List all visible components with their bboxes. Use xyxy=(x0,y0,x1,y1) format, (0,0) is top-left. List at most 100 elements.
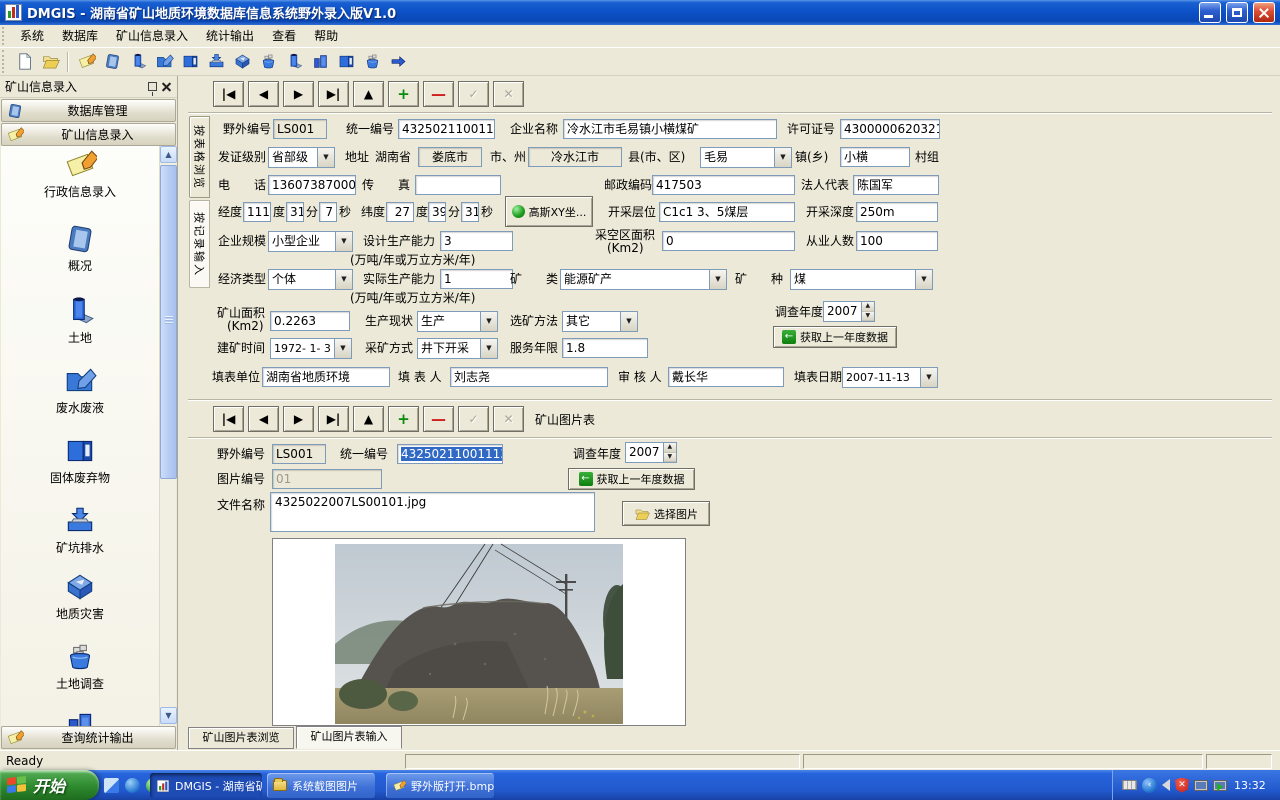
sidebar-item-overview[interactable]: 概况 xyxy=(5,222,155,273)
chevron-down-icon[interactable]: ▼ xyxy=(480,312,497,331)
city-field[interactable]: 冷水江市 xyxy=(528,147,622,167)
taskbar-task-paint[interactable]: 野外版打开.bmp -... xyxy=(386,773,494,798)
sidebar-item-land[interactable]: 土地 xyxy=(5,294,155,345)
chevron-down-icon[interactable]: ▼ xyxy=(774,148,791,167)
nav2-add-button[interactable]: + xyxy=(388,406,419,432)
service-years-field[interactable]: 1.8 xyxy=(562,338,648,358)
lat-sec-field[interactable]: 31 xyxy=(461,202,479,222)
menu-help[interactable]: 帮助 xyxy=(305,26,347,47)
geo-hazard-icon[interactable] xyxy=(229,50,255,74)
tab-picture-browse[interactable]: 矿山图片表浏览 xyxy=(188,727,294,749)
sidebar-item-land-survey[interactable]: 土地调查 xyxy=(5,640,155,691)
sidebar-section-query-output[interactable]: 查询统计输出 xyxy=(1,726,176,749)
column-icon[interactable] xyxy=(281,50,307,74)
lon-deg-field[interactable]: 111 xyxy=(243,202,271,222)
start-button[interactable]: 开始 xyxy=(0,770,99,800)
pic-unified-no-field[interactable]: 43250211001113 xyxy=(397,444,503,464)
chevron-down-icon[interactable]: ▼ xyxy=(335,232,352,251)
cabinet-icon[interactable] xyxy=(333,50,359,74)
pic-no-field[interactable]: 01 xyxy=(272,469,382,489)
scroll-thumb[interactable] xyxy=(160,165,177,479)
chevron-down-icon[interactable]: ▼ xyxy=(620,312,637,331)
spin-down-icon[interactable]: ▼ xyxy=(664,453,676,463)
spin-down-icon[interactable]: ▼ xyxy=(862,312,874,322)
cubes-icon[interactable] xyxy=(359,50,385,74)
land-survey-icon[interactable] xyxy=(255,50,281,74)
sidebar-item-wastewater[interactable]: 废水废液 xyxy=(5,364,155,415)
volume-tray-icon[interactable] xyxy=(1162,779,1170,791)
taskbar-clock[interactable]: 13:32 xyxy=(1234,779,1266,792)
phone-field[interactable]: 13607387000 xyxy=(268,175,356,195)
network-tray-icon[interactable] xyxy=(1194,780,1208,791)
nav1-next-button[interactable]: ▶ xyxy=(283,81,314,107)
sidebar-section-database[interactable]: 数据库管理 xyxy=(1,99,176,122)
chevron-down-icon[interactable]: ▼ xyxy=(480,339,497,358)
gauss-xy-button[interactable]: 高斯XY坐... xyxy=(505,196,593,227)
buildings-icon[interactable] xyxy=(307,50,333,74)
pin-icon[interactable] xyxy=(148,82,157,91)
nav1-first-button[interactable]: |◀ xyxy=(213,81,244,107)
legal-rep-field[interactable]: 陈国军 xyxy=(853,175,939,195)
form-date-combo[interactable]: 2007-11-13▼ xyxy=(842,367,938,388)
close-button[interactable] xyxy=(1253,2,1275,23)
toolbar-grip[interactable] xyxy=(2,50,9,73)
mining-method-combo[interactable]: 井下开采▼ xyxy=(417,338,498,359)
update-tray-icon[interactable] xyxy=(1213,780,1227,791)
survey-year-spinner[interactable]: 2007▲▼ xyxy=(823,301,875,322)
sidebar-scrollbar[interactable]: ▲ ▼ xyxy=(159,146,176,726)
nav1-delete-button[interactable]: — xyxy=(423,81,454,107)
auditor-field[interactable]: 戴长华 xyxy=(668,367,784,387)
solid-waste-icon[interactable] xyxy=(177,50,203,74)
mining-layer-field[interactable]: C1c1 3、5煤层 xyxy=(659,202,795,222)
sidebar-item-pit-drain[interactable]: 矿坑排水 xyxy=(5,504,155,555)
tab-browse-by-table[interactable]: 按表格浏览 xyxy=(189,116,210,198)
workers-field[interactable]: 100 xyxy=(856,231,938,251)
lon-min-field[interactable]: 31 xyxy=(286,202,304,222)
nav2-last-button[interactable]: ▶| xyxy=(318,406,349,432)
pic-field-no-field[interactable]: LS001 xyxy=(272,444,326,464)
mine-kind-combo[interactable]: 煤▼ xyxy=(790,269,933,290)
language-tray-icon[interactable]: ‹ xyxy=(1142,778,1157,793)
nav2-prev-button[interactable]: ◀ xyxy=(248,406,279,432)
menu-system[interactable]: 系统 xyxy=(11,26,53,47)
nav2-first-button[interactable]: |◀ xyxy=(213,406,244,432)
scale-combo[interactable]: 小型企业▼ xyxy=(268,231,353,252)
nav1-post-button[interactable]: ✓ xyxy=(458,81,489,107)
pit-drain-icon[interactable] xyxy=(203,50,229,74)
nav1-prev-button[interactable]: ◀ xyxy=(248,81,279,107)
sidebar-section-mine-entry[interactable]: 矿山信息录入 xyxy=(1,123,176,146)
chevron-down-icon[interactable]: ▼ xyxy=(920,368,937,387)
keyboard-tray-icon[interactable] xyxy=(1122,780,1137,790)
actual-capacity-field[interactable]: 1 xyxy=(440,269,513,289)
spin-up-icon[interactable]: ▲ xyxy=(664,443,676,453)
nav1-add-button[interactable]: + xyxy=(388,81,419,107)
mine-class-combo[interactable]: 能源矿产▼ xyxy=(560,269,727,290)
goaf-area-field[interactable]: 0 xyxy=(662,231,795,251)
field-no-field[interactable]: LS001 xyxy=(273,119,327,139)
production-status-combo[interactable]: 生产▼ xyxy=(417,311,498,332)
sidebar-item-solid-waste[interactable]: 固体废弃物 xyxy=(5,434,155,485)
select-picture-button[interactable]: 选择图片 xyxy=(622,501,710,526)
spin-up-icon[interactable]: ▲ xyxy=(862,302,874,312)
town-field[interactable]: 小横 xyxy=(840,147,910,167)
license-field[interactable]: 4300000620321 xyxy=(840,119,940,139)
menu-database[interactable]: 数据库 xyxy=(53,26,107,47)
sidebar-item-partial[interactable] xyxy=(5,708,155,726)
sidebar-item-admin-entry[interactable]: 行政信息录入 xyxy=(5,148,155,199)
open-icon[interactable] xyxy=(37,50,63,74)
menu-grip[interactable] xyxy=(2,27,9,45)
tab-picture-input[interactable]: 矿山图片表输入 xyxy=(296,726,402,749)
fetch-prev-year-button[interactable]: ←获取上一年度数据 xyxy=(773,326,897,348)
mine-area-field[interactable]: 0.2263 xyxy=(270,311,350,331)
wastewater-icon[interactable] xyxy=(151,50,177,74)
lat-deg-field[interactable]: 27 xyxy=(386,202,414,222)
restore-button[interactable] xyxy=(1226,2,1248,23)
taskbar-task-folder[interactable]: 系统截图图片 xyxy=(267,773,375,798)
design-capacity-field[interactable]: 3 xyxy=(440,231,513,251)
nav2-delete-button[interactable]: — xyxy=(423,406,454,432)
unified-no-field[interactable]: 43250211001113 xyxy=(398,119,495,139)
built-time-combo[interactable]: 1972- 1- 3▼ xyxy=(270,338,352,359)
chevron-down-icon[interactable]: ▼ xyxy=(317,148,334,167)
nav1-cancel-button[interactable]: ✕ xyxy=(493,81,524,107)
nav2-next-button[interactable]: ▶ xyxy=(283,406,314,432)
